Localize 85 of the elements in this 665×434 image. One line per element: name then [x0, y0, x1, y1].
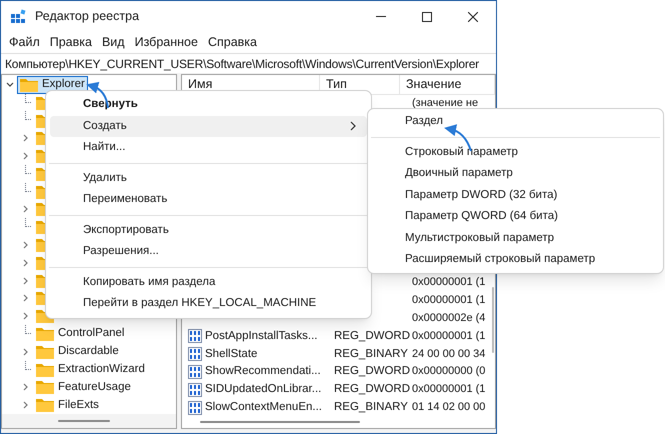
menu-item[interactable]: Перейти в раздел HKEY_LOCAL_MACHINE — [50, 293, 367, 314]
menu-bar-item[interactable]: Файл — [4, 33, 45, 52]
folder-icon — [19, 76, 39, 93]
tree-item[interactable]: FileExts — [33, 396, 102, 414]
tree-item[interactable]: Discardable — [33, 342, 122, 361]
menu-item[interactable]: Мультистроковый параметр — [372, 228, 659, 249]
menu-bar-item[interactable]: Справка — [202, 33, 262, 52]
folder-icon — [35, 326, 55, 342]
menu-item[interactable]: Разрешения... — [50, 241, 367, 262]
window-title: Редактор реестра — [35, 8, 140, 26]
value-name[interactable]: ShellState — [205, 346, 258, 363]
value-data: 01 14 02 00 00 — [412, 401, 486, 414]
menu-bar-item[interactable]: Вид — [96, 33, 130, 52]
value-type: REG_DWORD — [334, 365, 410, 378]
expand-chevron-icon[interactable] — [22, 134, 30, 142]
expand-chevron-icon[interactable] — [22, 383, 30, 392]
value-name[interactable]: SIDUpdatedOnLibrar... — [205, 381, 322, 399]
collapse-chevron-icon[interactable] — [6, 80, 14, 89]
value-name[interactable]: ShowRecommendati... — [205, 363, 321, 381]
menu-item[interactable]: Параметр QWORD (64 бита) — [372, 206, 659, 228]
menu-item[interactable]: Экспортировать — [50, 220, 367, 241]
scrollbar-thumb[interactable] — [492, 287, 494, 353]
tree-item[interactable]: ExtractionWizard — [33, 360, 148, 379]
menu-item[interactable]: Переименовать — [50, 189, 367, 210]
menu-item[interactable]: Создать — [50, 116, 367, 137]
folder-icon — [35, 344, 55, 360]
menu-item[interactable]: Параметр DWORD (32 бита) — [372, 184, 659, 206]
maximize-icon — [422, 12, 432, 22]
expand-chevron-icon[interactable] — [22, 205, 30, 214]
value-type: REG_BINARY — [334, 401, 408, 414]
value-data: 0x00000001 (1 — [412, 330, 486, 342]
menu-item[interactable]: Раздел — [372, 111, 659, 132]
folder-icon — [35, 362, 55, 378]
expand-chevron-icon[interactable] — [22, 276, 30, 285]
column-header[interactable]: Значение — [400, 75, 495, 94]
value-data: 0x00000001 (1 — [412, 383, 486, 396]
value-name[interactable]: PostAppInstallTasks... — [205, 328, 318, 345]
value-type: REG_DWORD — [334, 330, 410, 342]
value-data: 0x00000001 (1 — [412, 294, 486, 306]
menu-item[interactable]: Двоичный параметр — [372, 163, 659, 184]
tree-item[interactable]: ControlPanel — [33, 325, 128, 344]
value-data: 0x0000002e (4 — [412, 312, 486, 324]
menu-item[interactable]: Копировать имя раздела — [50, 272, 367, 293]
menu-item[interactable]: Строковый параметр — [372, 142, 659, 163]
tree-item-label: FeatureUsage — [58, 380, 131, 395]
binary-value-icon — [188, 365, 202, 380]
expand-chevron-icon[interactable] — [22, 241, 30, 250]
expand-chevron-icon[interactable] — [22, 258, 30, 267]
tree-item-label: ExtractionWizard — [58, 362, 145, 378]
scrollbar-thumb[interactable] — [200, 421, 360, 424]
menu-bar-item[interactable]: Избранное — [130, 33, 203, 52]
menu-item[interactable]: Удалить — [50, 168, 367, 189]
expand-chevron-icon[interactable] — [22, 348, 30, 356]
scrollbar-thumb[interactable] — [58, 420, 110, 422]
value-data: (значение не — [412, 97, 478, 110]
menu-bar-item[interactable]: Правка — [44, 33, 97, 52]
tree-item-label: ControlPanel — [58, 326, 124, 342]
expand-chevron-icon[interactable] — [22, 312, 30, 320]
tree-item-label: Discardable — [58, 344, 119, 360]
expand-chevron-icon[interactable] — [22, 401, 30, 410]
address-field[interactable]: Компьютер\HKEY_CURRENT_USER\Software\Microsoft\Windows\CurrentVersion\Explorer — [1, 53, 496, 73]
tree-item-label: FileExts — [58, 398, 99, 413]
tree-item[interactable]: Explorer — [17, 76, 88, 94]
value-name[interactable]: SlowContextMenuEn... — [205, 399, 322, 416]
value-type: REG_DWORD — [334, 383, 410, 396]
menu-item[interactable]: Расширяемый строковый параметр — [372, 249, 659, 270]
expand-chevron-icon[interactable] — [22, 152, 30, 160]
value-data: 24 00 00 00 34 — [412, 348, 486, 360]
value-type: REG_BINARY — [334, 348, 408, 360]
tree-item-label: Explorer — [42, 77, 85, 92]
menu-item[interactable]: Найти... — [50, 137, 367, 158]
tree-item[interactable]: FeatureUsage — [33, 378, 134, 396]
close-icon — [468, 12, 478, 22]
binary-value-icon — [188, 329, 202, 344]
minimize-icon — [376, 16, 386, 17]
value-data: 0x00000001 (1 — [412, 276, 486, 288]
binary-value-icon — [188, 347, 202, 362]
folder-icon — [35, 397, 55, 414]
app-icon — [10, 8, 26, 24]
expand-chevron-icon[interactable] — [22, 294, 30, 302]
binary-value-icon — [188, 400, 202, 415]
value-data: 0x00000000 (0 — [412, 365, 486, 378]
binary-value-icon — [188, 382, 202, 397]
folder-icon — [35, 379, 55, 396]
submenu-chevron-icon — [350, 121, 357, 132]
